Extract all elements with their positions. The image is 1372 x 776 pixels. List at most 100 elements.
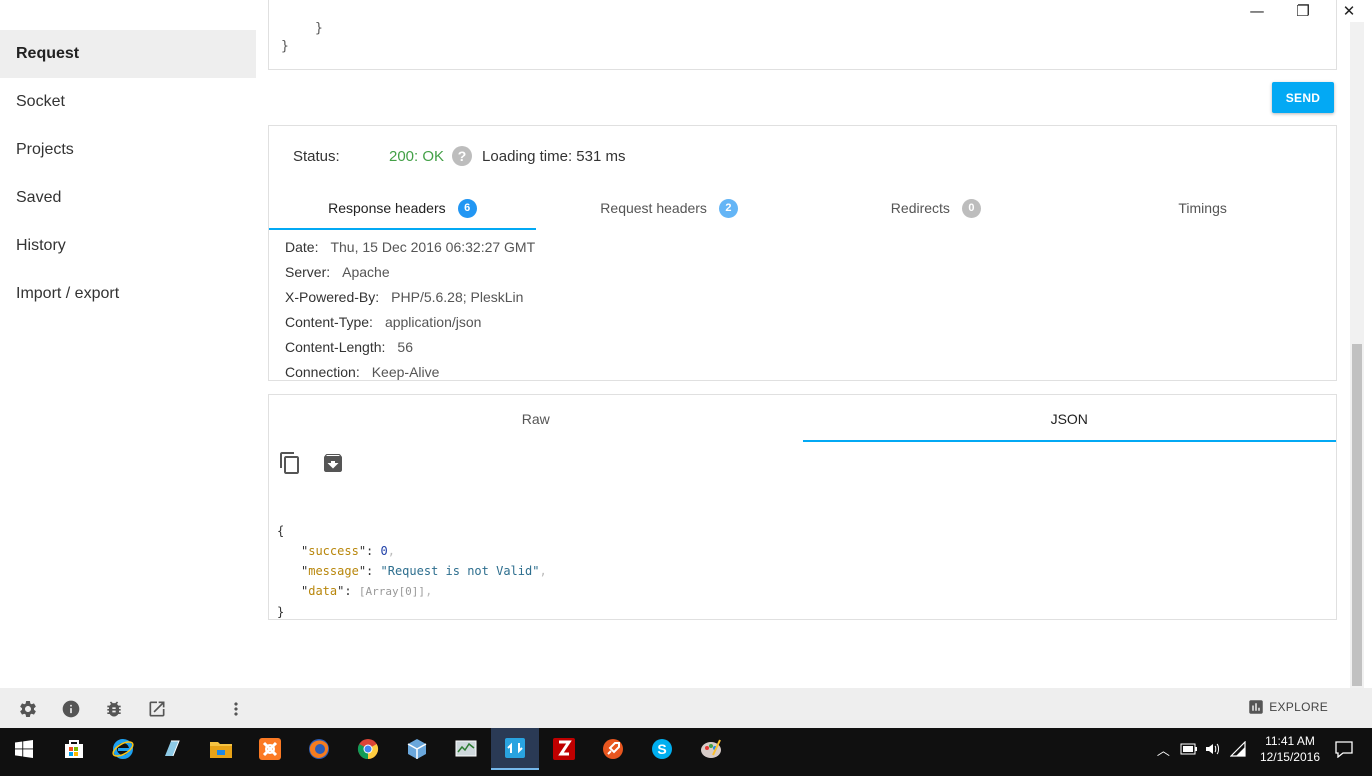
header-row: Server: Apache [285, 259, 535, 284]
header-row: Content-Length: 56 [285, 334, 535, 359]
json-line: "success": 0, [301, 544, 395, 558]
settings-icon[interactable] [17, 698, 39, 720]
store-icon[interactable] [50, 728, 98, 770]
nav-item-projects[interactable]: Projects [0, 126, 256, 174]
header-row: X-Powered-By: PHP/5.6.28; PleskLin [285, 284, 535, 309]
open-external-icon[interactable] [146, 698, 168, 720]
tab-json[interactable]: JSON [802, 395, 1337, 442]
system-tray: ︿ 11:41 AM 12/15/2016 [1157, 728, 1372, 770]
response-body-panel: Raw JSON { "success": 0, "message": "Req… [268, 394, 1337, 620]
notification-icon[interactable] [1334, 740, 1354, 758]
json-line: { [277, 521, 547, 541]
skype-icon[interactable]: S [638, 728, 686, 770]
send-button[interactable]: SEND [1272, 82, 1334, 113]
count-badge: 0 [961, 198, 981, 218]
json-value: 0 [380, 544, 388, 558]
tab-label: Redirects [890, 200, 950, 216]
header-name: Connection: [285, 363, 360, 380]
windows-taskbar: S ︿ 11:41 AM 12/15/2016 [0, 728, 1372, 776]
chart-icon [1249, 700, 1263, 714]
svg-text:S: S [657, 741, 666, 757]
tab-label: Timings [1178, 200, 1227, 216]
sidebar: Request Socket Projects Saved History Im… [0, 30, 256, 318]
tab-timings[interactable]: Timings [1069, 186, 1336, 230]
notepad-icon[interactable] [148, 728, 196, 770]
explore-button[interactable]: EXPLORE [1247, 698, 1328, 716]
more-vert-icon[interactable] [225, 698, 247, 720]
json-viewer: { "success": 0, "message": "Request is n… [277, 521, 547, 622]
header-value: Thu, 15 Dec 2016 06:32:27 GMT [330, 238, 536, 255]
json-line: "message": "Request is not Valid", [301, 564, 547, 578]
virtualbox-icon[interactable] [393, 728, 441, 770]
response-panel: Status: 200: OK ? Loading time: 531 ms R… [268, 125, 1337, 381]
taskbar-clock[interactable]: 11:41 AM 12/15/2016 [1260, 733, 1320, 765]
filezilla-icon[interactable] [540, 728, 588, 770]
header-name: Server: [285, 263, 331, 280]
scrollbar-thumb[interactable] [1352, 344, 1362, 686]
header-value: Apache [342, 263, 390, 280]
header-name: Content-Type: [285, 313, 373, 330]
scrollbar[interactable] [1350, 22, 1364, 688]
count-badge: 2 [718, 198, 738, 218]
nav-item-saved[interactable]: Saved [0, 174, 256, 222]
header-row: Date: Thu, 15 Dec 2016 06:32:27 GMT [285, 234, 535, 259]
tab-label: Request headers [600, 200, 707, 216]
code-line: } [315, 21, 323, 36]
bug-icon[interactable] [103, 698, 125, 720]
xampp-icon[interactable] [246, 728, 294, 770]
json-key: data [308, 584, 338, 598]
count-badge: 6 [457, 198, 477, 218]
tab-label: Response headers [328, 200, 446, 216]
tab-request-headers[interactable]: Request headers 2 [536, 186, 803, 230]
explore-label: EXPLORE [1269, 700, 1328, 714]
clock-date: 12/15/2016 [1259, 750, 1320, 764]
file-explorer-icon[interactable] [197, 728, 245, 770]
json-array-toggle[interactable]: [Array[0]] [359, 585, 425, 598]
wifi-icon[interactable] [1229, 741, 1248, 757]
header-value: 56 [397, 338, 413, 355]
nav-item-socket[interactable]: Socket [0, 78, 256, 126]
header-name: Date: [285, 238, 319, 255]
archive-icon[interactable] [321, 451, 345, 475]
nav-item-history[interactable]: History [0, 222, 256, 270]
status-code: 200: OK [389, 147, 445, 165]
response-headers-list: Date: Thu, 15 Dec 2016 06:32:27 GMT Serv… [285, 234, 535, 384]
json-line: } [277, 602, 547, 622]
json-key: success [308, 544, 359, 558]
info-icon[interactable] [60, 698, 82, 720]
battery-icon[interactable] [1180, 743, 1198, 755]
tab-redirects[interactable]: Redirects 0 [803, 186, 1070, 230]
body-tabs: Raw JSON [269, 395, 1336, 442]
header-value: application/json [384, 313, 482, 330]
json-brace: { [277, 524, 285, 538]
json-key: message [308, 564, 359, 578]
arc-app-icon[interactable] [491, 728, 539, 770]
code-line: } [281, 39, 289, 54]
clock-time: 11:41 AM [1265, 734, 1315, 748]
firefox-icon[interactable] [295, 728, 343, 770]
tab-raw[interactable]: Raw [269, 395, 803, 442]
json-line: "data": [Array[0]], [301, 584, 433, 598]
nav-item-import-export[interactable]: Import / export [0, 270, 256, 318]
task-manager-icon[interactable] [442, 728, 490, 770]
nav-item-request[interactable]: Request [0, 30, 256, 78]
header-name: X-Powered-By: [285, 288, 380, 305]
loading-time: Loading time: 531 ms [482, 147, 626, 165]
status-label: Status: [293, 147, 340, 165]
paint-icon[interactable] [687, 728, 735, 770]
header-name: Content-Length: [285, 338, 386, 355]
volume-icon[interactable] [1204, 741, 1220, 757]
tab-response-headers[interactable]: Response headers 6 [269, 186, 536, 230]
chevron-up-icon[interactable]: ︿ [1157, 740, 1170, 759]
response-tabs: Response headers 6 Request headers 2 Red… [269, 186, 1336, 230]
copy-icon[interactable] [278, 451, 302, 475]
request-body-editor[interactable]: } } [268, 0, 1337, 70]
help-icon[interactable]: ? [452, 146, 473, 166]
rocket-app-icon[interactable] [589, 728, 637, 770]
bottom-toolbar: EXPLORE [0, 688, 1372, 728]
internet-explorer-icon[interactable] [99, 728, 147, 770]
windows-start-icon[interactable] [0, 728, 48, 770]
chrome-icon[interactable] [344, 728, 392, 770]
header-row: Connection: Keep-Alive [285, 359, 535, 384]
json-value: "Request is not Valid" [380, 564, 540, 578]
